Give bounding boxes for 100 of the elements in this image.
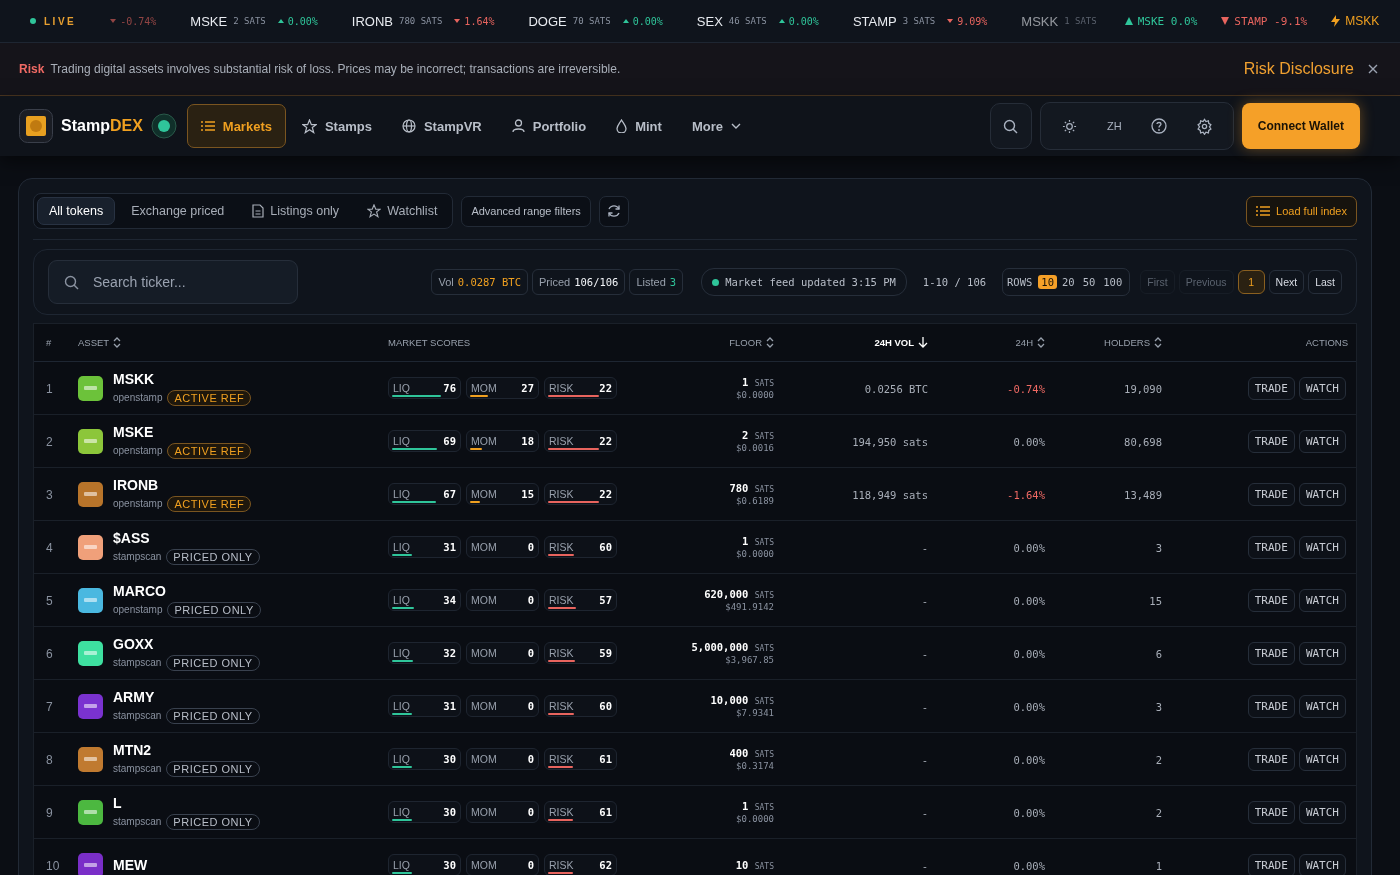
refresh-button[interactable] — [598, 195, 629, 227]
token-name[interactable]: MSKK — [113, 370, 252, 387]
score-meter: MOM 0 — [466, 536, 539, 558]
ticker-pill[interactable]: MSKK — [1331, 14, 1380, 28]
live-indicator: LIVE — [30, 15, 77, 27]
holders-value: 2 — [1155, 754, 1162, 766]
ticker-pill[interactable]: MSKE 0.0% — [1124, 14, 1198, 28]
floor-price: 1 SATS — [742, 800, 774, 812]
ticker-pill[interactable]: STAMP -9.1% — [1221, 14, 1308, 28]
rows-option[interactable]: 50 — [1079, 275, 1099, 289]
rows-option[interactable]: 20 — [1059, 275, 1078, 289]
stat-chip: Priced 106/106 — [532, 269, 626, 295]
score-meter: RISK 60 — [544, 695, 617, 717]
floor-price: 10 SATS — [735, 859, 774, 871]
ticker-item[interactable]: STAMP 3 SATS 9.09% — [852, 13, 988, 29]
usd-price: $0.0000 — [736, 549, 774, 559]
watch-button[interactable]: WATCH — [1298, 800, 1346, 824]
nav-tab[interactable]: Stamps — [287, 104, 386, 148]
row-number: 4 — [46, 541, 53, 555]
watch-button[interactable]: WATCH — [1298, 482, 1346, 506]
watch-button[interactable]: WATCH — [1298, 535, 1346, 559]
token-name[interactable]: $ASS — [113, 529, 260, 546]
nav-tab[interactable]: Portfolio — [497, 104, 601, 148]
score-meter: LIQ 30 — [388, 801, 461, 823]
column-header[interactable]: ASSET — [78, 337, 122, 348]
row-number: 1 — [46, 382, 53, 396]
trade-button[interactable]: TRADE — [1247, 588, 1295, 612]
risk-disclosure-link[interactable]: Risk Disclosure — [1243, 60, 1354, 78]
column-header[interactable]: HOLDERS — [1104, 337, 1162, 348]
rows-option[interactable]: 10 — [1038, 275, 1057, 289]
score-meter: RISK 59 — [544, 642, 617, 664]
language-button[interactable]: ZH — [1091, 106, 1137, 146]
brand-name[interactable]: StampDEX — [61, 117, 143, 135]
watch-button[interactable]: WATCH — [1298, 853, 1346, 875]
score-meter: MOM 0 — [466, 854, 539, 875]
watch-button[interactable]: WATCH — [1298, 694, 1346, 718]
nav-tab[interactable]: More — [677, 104, 755, 148]
column-header[interactable]: FLOOR — [729, 337, 774, 348]
trade-button[interactable]: TRADE — [1247, 853, 1295, 875]
stamp-logo-icon[interactable] — [19, 109, 53, 143]
score-meter: LIQ 32 — [388, 642, 461, 664]
token-name[interactable]: L — [113, 794, 260, 811]
search-field[interactable]: Search ticker... — [48, 260, 298, 304]
filter-tab[interactable]: Watchlist — [355, 197, 450, 225]
token-name[interactable]: MARCO — [113, 582, 261, 599]
page-button[interactable]: Next — [1268, 270, 1305, 294]
watch-button[interactable]: WATCH — [1298, 376, 1346, 400]
page-button[interactable]: Last — [1308, 270, 1342, 294]
watch-button[interactable]: WATCH — [1298, 641, 1346, 665]
lightning-icon — [1331, 15, 1341, 27]
watch-button[interactable]: WATCH — [1298, 747, 1346, 771]
trade-button[interactable]: TRADE — [1247, 694, 1295, 718]
nav-tab[interactable]: Markets — [186, 104, 286, 148]
filter-tab[interactable]: Exchange priced — [119, 197, 237, 225]
score-meter: MOM 27 — [466, 377, 539, 399]
column-header[interactable]: 24H — [1015, 337, 1045, 348]
token-name[interactable]: MTN2 — [113, 741, 260, 758]
holders-value: 6 — [1155, 648, 1162, 660]
ticker-item[interactable]: MSKK 1 SATS — [1021, 13, 1097, 29]
trade-button[interactable]: TRADE — [1247, 482, 1295, 506]
token-name[interactable]: GOXX — [113, 635, 260, 652]
token-name[interactable]: ARMY — [113, 688, 260, 705]
search-button[interactable] — [989, 103, 1032, 149]
token-source: openstamp — [113, 498, 163, 509]
change-value: 0.00% — [1013, 436, 1045, 448]
page-button[interactable]: 1 — [1237, 270, 1265, 294]
filter-tab[interactable]: Listings only — [240, 197, 352, 225]
watch-button[interactable]: WATCH — [1298, 588, 1346, 612]
token-name[interactable]: MEW — [113, 857, 148, 873]
filter-tab[interactable]: All tokens — [37, 197, 116, 225]
watch-button[interactable]: WATCH — [1298, 429, 1346, 453]
token-name[interactable]: IRONB — [113, 476, 252, 493]
trade-button[interactable]: TRADE — [1247, 800, 1295, 824]
score-meter: LIQ 31 — [388, 695, 461, 717]
nav-tab[interactable]: Mint — [602, 104, 676, 148]
usd-price: $3,967.85 — [725, 655, 774, 665]
load-index-button[interactable]: Load full index — [1246, 195, 1357, 227]
trade-button[interactable]: TRADE — [1247, 747, 1295, 771]
rows-option[interactable]: 100 — [1100, 275, 1126, 289]
close-icon[interactable] — [1368, 64, 1378, 74]
trade-button[interactable]: TRADE — [1247, 376, 1295, 400]
holders-value: 19,090 — [1124, 383, 1162, 395]
arrow-down-icon — [918, 337, 928, 348]
nav-tab[interactable]: StampVR — [387, 104, 496, 148]
volume-value: - — [921, 754, 928, 766]
trade-button[interactable]: TRADE — [1247, 429, 1295, 453]
change-value: 0.00% — [1013, 807, 1045, 819]
ticker-item[interactable]: SEX 46 SATS 0.00% — [696, 13, 819, 29]
ticker-item[interactable]: MSKE 2 SATS 0.00% — [190, 13, 318, 29]
connect-wallet-button[interactable]: Connect Wallet — [1241, 103, 1360, 149]
score-meter: RISK 61 — [544, 801, 617, 823]
trade-button[interactable]: TRADE — [1247, 535, 1295, 559]
advanced-filters-button[interactable]: Advanced range filters — [461, 195, 591, 227]
token-source: openstamp — [113, 445, 163, 456]
ticker-item[interactable]: DOGE 70 SATS 0.00% — [528, 13, 663, 29]
ticker-item[interactable]: IRONB 780 SATS 1.64% — [351, 13, 495, 29]
token-name[interactable]: MSKE — [113, 423, 252, 440]
trade-button[interactable]: TRADE — [1247, 641, 1295, 665]
column-header: MARKET SCORES — [388, 337, 471, 348]
column-header[interactable]: 24H VOL — [874, 337, 928, 348]
